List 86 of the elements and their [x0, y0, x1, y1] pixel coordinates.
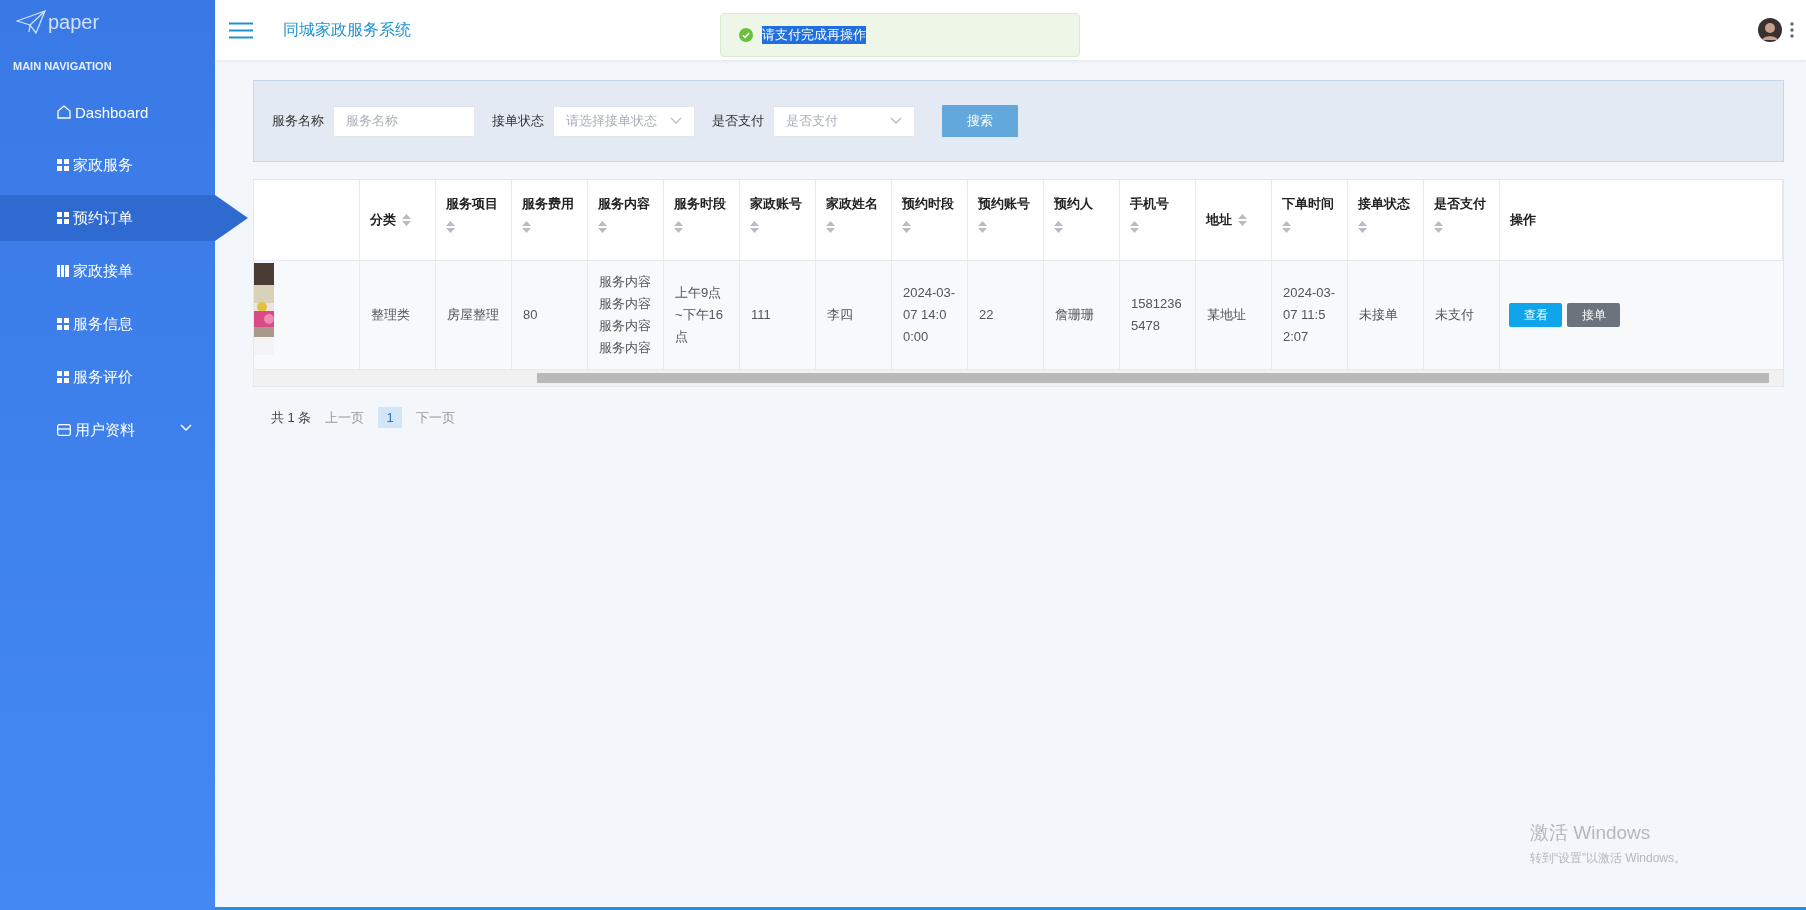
table-cell: 服务内容服务内容服务内容服务内容 — [588, 260, 664, 369]
table-cell: 15812365478 — [1120, 260, 1196, 369]
select-field[interactable]: 请选择接单状态 — [553, 105, 695, 137]
table-cell: 詹珊珊 — [1044, 260, 1120, 369]
column-title: 操作 — [1510, 211, 1536, 229]
table-cell: 房屋整理 — [436, 260, 512, 369]
table-cell: 某地址 — [1196, 260, 1272, 369]
column-title: 地址 — [1206, 211, 1232, 229]
sort-icon[interactable] — [1282, 221, 1291, 233]
table-cell: 22 — [968, 260, 1044, 369]
grid-icon — [57, 318, 69, 330]
sort-icon[interactable] — [1358, 221, 1367, 233]
avatar[interactable] — [1758, 18, 1782, 42]
column-title: 服务内容 — [598, 196, 650, 211]
accept-button[interactable]: 接单 — [1567, 303, 1620, 327]
nav-item[interactable]: 服务评价 — [0, 354, 215, 400]
app-title: 同城家政服务系统 — [283, 19, 411, 40]
card-icon — [57, 424, 71, 436]
sort-icon[interactable] — [522, 221, 531, 233]
column-title: 预约账号 — [978, 196, 1030, 211]
nav-item[interactable]: 服务信息 — [0, 301, 215, 347]
table-cell: 整理类 — [360, 260, 436, 369]
table-cell: 上午9点~下午16点 — [664, 260, 740, 369]
sort-icon[interactable] — [1238, 214, 1247, 226]
column-title: 手机号 — [1130, 196, 1169, 211]
column-title: 家政账号 — [750, 196, 802, 211]
column-title: 是否支付 — [1434, 196, 1486, 211]
scrollbar-thumb[interactable] — [537, 373, 1769, 383]
nav-item[interactable]: 用户资料 — [0, 407, 215, 453]
page-number[interactable]: 1 — [378, 407, 402, 428]
sort-icon[interactable] — [674, 221, 683, 233]
sort-icon[interactable] — [598, 221, 607, 233]
grid-icon — [57, 212, 69, 224]
grid-icon — [57, 159, 69, 171]
check-circle-icon — [739, 28, 753, 42]
field-label: 服务名称 — [272, 112, 324, 130]
paper-plane-icon — [16, 10, 46, 34]
table-cell: 未接单 — [1348, 260, 1424, 369]
sort-icon[interactable] — [902, 221, 911, 233]
sort-icon[interactable] — [1130, 221, 1139, 233]
column-title: 预约时段 — [902, 196, 954, 211]
column-title: 预约人 — [1054, 196, 1093, 211]
sort-icon[interactable] — [1054, 221, 1063, 233]
brand-name: paper — [48, 10, 100, 34]
column-title: 接单状态 — [1358, 196, 1410, 211]
total-count: 共 1 条 — [271, 408, 312, 427]
table-cell: 未支付 — [1424, 260, 1500, 369]
table-cell: 2024-03-07 14:00:00 — [892, 260, 968, 369]
nav-item[interactable]: 家政服务 — [0, 142, 215, 188]
chevron-icon — [180, 424, 192, 432]
toast-text: 请支付完成再操作 — [762, 26, 866, 44]
column-title: 服务时段 — [674, 196, 726, 211]
column-title: 服务项目 — [446, 196, 498, 211]
table-cell: 2024-03-07 11:52:07 — [1272, 260, 1348, 369]
sort-icon[interactable] — [750, 221, 759, 233]
column-title: 分类 — [370, 211, 396, 229]
column-title: 服务费用 — [522, 196, 574, 211]
table-cell: 80 — [512, 260, 588, 369]
sort-icon[interactable] — [978, 221, 987, 233]
activation-title: 激活 Windows — [1530, 821, 1652, 845]
nav-heading: MAIN NAVIGATION — [12, 59, 113, 74]
menu-icon[interactable] — [229, 21, 253, 39]
select-field[interactable]: 是否支付 — [773, 105, 915, 137]
caret-icon — [670, 117, 682, 125]
column-title: 下单时间 — [1282, 196, 1334, 211]
sort-icon[interactable] — [402, 214, 411, 226]
caret-icon — [890, 117, 902, 125]
table-cell: 111 — [740, 260, 816, 369]
column-title: 家政姓名 — [826, 196, 878, 211]
field-label: 是否支付 — [712, 112, 764, 130]
table-cell: 李四 — [816, 260, 892, 369]
sort-icon[interactable] — [446, 221, 455, 233]
more-icon[interactable] — [1790, 22, 1794, 38]
nav-item[interactable]: 家政接单 — [0, 248, 215, 294]
input-field[interactable]: 服务名称 — [333, 105, 475, 137]
grid-icon — [57, 371, 69, 383]
home-icon — [57, 105, 71, 119]
sort-icon[interactable] — [826, 221, 835, 233]
field-label: 接单状态 — [492, 112, 544, 130]
nav-item[interactable]: Dashboard — [0, 89, 215, 135]
search-button[interactable]: 搜索 — [942, 105, 1018, 137]
view-button[interactable]: 查看 — [1509, 303, 1562, 327]
sort-icon[interactable] — [1434, 221, 1443, 233]
nav-item[interactable]: 预约订单 — [0, 195, 248, 241]
scrollbar[interactable] — [254, 369, 1783, 386]
book-icon — [57, 265, 69, 277]
